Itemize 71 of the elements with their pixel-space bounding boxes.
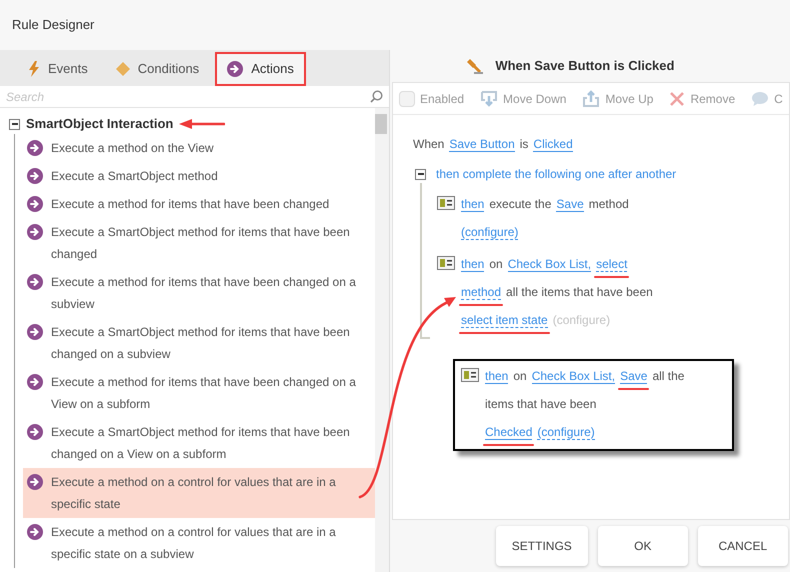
move-up-icon (582, 90, 600, 108)
tree-group-label[interactable]: SmartObject Interaction (26, 114, 174, 134)
arrow-circle-icon (27, 196, 43, 212)
tree-item[interactable]: Execute a method for items that have been changed (23, 190, 375, 218)
rule-link[interactable]: Save (556, 197, 584, 212)
collapse-toggle[interactable] (415, 168, 426, 180)
tree-item[interactable]: Execute a SmartObject method for items that have been changed (23, 218, 375, 268)
tree-item[interactable]: Execute a method for items that have been changed on a subview (23, 268, 375, 318)
rule-link[interactable]: select (596, 257, 628, 272)
rule-link[interactable]: Checked (485, 425, 532, 440)
rule-text: When (413, 137, 444, 151)
rule-text: on (489, 257, 503, 271)
rule-text: all the (652, 369, 684, 383)
arrow-circle-icon (27, 140, 43, 156)
tab[interactable]: Actions (215, 52, 306, 86)
action-icon (437, 256, 455, 270)
rule-link[interactable]: (configure) (537, 425, 595, 440)
search-icon (370, 90, 383, 103)
rule-link[interactable]: Save (620, 369, 648, 384)
arrow-circle-icon (27, 474, 43, 490)
window-title: Rule Designer (12, 16, 94, 34)
rule-title: When Save Button is Clicked (495, 57, 674, 76)
rule-link[interactable]: then (461, 197, 484, 212)
tree-item[interactable]: Execute a SmartObject method (23, 162, 375, 190)
dialog-button[interactable]: CANCEL (698, 526, 788, 566)
rule-link[interactable]: (configure) (461, 225, 518, 240)
tree-item[interactable]: Execute a method for items that have been changed on a View on a subform (23, 368, 375, 418)
rule-link[interactable]: Save Button (449, 137, 515, 152)
arrow-circle-icon (27, 374, 43, 390)
group-label[interactable]: then complete the following one after another (436, 165, 676, 183)
arrow-circle-icon (27, 274, 43, 290)
rule-text: on (513, 369, 527, 383)
rule-text: items that have been (485, 397, 596, 411)
tree-item[interactable]: Execute a SmartObject method for items that have been changed on a View on a subform (23, 418, 375, 468)
rule-link[interactable]: Clicked (533, 137, 573, 152)
rule-text: is (520, 137, 528, 151)
action-icon (437, 196, 455, 210)
tree-item[interactable]: Execute a method on the View (23, 134, 375, 162)
arrow-circle-icon (27, 168, 43, 184)
arrow-circle-icon (27, 224, 43, 240)
move-down-icon (480, 90, 498, 108)
collapse-toggle[interactable] (9, 118, 20, 130)
rule-link[interactable]: method (461, 285, 502, 300)
arrow-circle-icon (27, 324, 43, 340)
tree-item[interactable]: Execute a method on a control for values that are in a specific state on a subview (23, 518, 375, 568)
rule-text: method (588, 197, 629, 211)
search-field[interactable]: Search (6, 88, 370, 106)
rule-link[interactable]: Check Box List, (508, 257, 592, 272)
rule-link[interactable]: then (461, 257, 484, 272)
tab[interactable]: Conditions (104, 52, 212, 86)
lightning-icon (28, 61, 40, 77)
diamond-icon (116, 62, 130, 76)
scrollbar[interactable] (375, 108, 389, 572)
rule-text: execute the (489, 197, 552, 211)
gavel-icon (467, 57, 486, 75)
dialog-button[interactable]: OK (598, 526, 688, 566)
arrow-circle-icon (27, 524, 43, 540)
speech-bubble-icon (751, 90, 770, 106)
rule-link[interactable]: then (485, 369, 508, 384)
dialog-button[interactable]: SETTINGS (496, 526, 588, 566)
remove-icon (669, 90, 686, 106)
rule-text: all the items that have been (506, 285, 653, 299)
rule-link[interactable]: Check Box List, (532, 369, 616, 384)
action-icon (461, 368, 479, 382)
tab[interactable]: Events (16, 52, 100, 86)
tree-item[interactable]: Execute a SmartObject method for items that have been changed on a subview (23, 318, 375, 368)
rule-link[interactable]: (configure) (552, 313, 610, 327)
arrow-circle-icon (27, 424, 43, 440)
arrow-circle-icon (227, 61, 244, 77)
tree-item[interactable]: Execute a method on a control for values that are in a specific state (23, 468, 375, 518)
rule-link[interactable]: select item state (461, 313, 548, 328)
